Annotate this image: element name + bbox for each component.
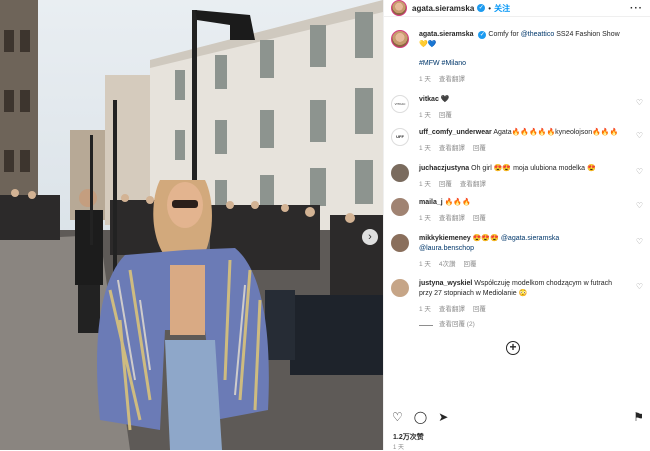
- caption-mention-link[interactable]: @theattico: [521, 31, 555, 38]
- caption-author-avatar[interactable]: [391, 30, 409, 48]
- comment-text: Oh girl 😍😍 moja ulubiona modelka 😍: [471, 165, 596, 172]
- comment-text: Agata🔥🔥🔥🔥🔥kyneolojson🔥🔥🔥: [493, 129, 619, 136]
- caption-time: 1 天: [419, 76, 431, 83]
- comment-username[interactable]: juchaczjustyna: [419, 165, 469, 172]
- translate-link[interactable]: 查看翻譯: [460, 180, 486, 190]
- separator-dot: •: [488, 3, 492, 13]
- comment-mention-link[interactable]: @agata.sieramska: [501, 235, 559, 242]
- post-caption: agata.sieramska ✓ Comfy for @theattico S…: [384, 30, 628, 85]
- caption-translate-link[interactable]: 查看翻譯: [439, 75, 465, 85]
- comment-time: 1 天: [419, 145, 431, 152]
- comment-text: 🔥🔥🔥: [444, 199, 471, 206]
- comment-time: 1 天: [419, 215, 431, 222]
- replies-divider-line: [419, 324, 433, 326]
- verified-badge-icon: ✓: [477, 4, 486, 12]
- comment-avatar[interactable]: UFF: [391, 128, 409, 146]
- translate-link[interactable]: 查看翻譯: [439, 144, 465, 154]
- author-username[interactable]: agata.sieramska: [412, 4, 474, 13]
- follow-button[interactable]: 关注: [494, 3, 510, 14]
- caption-meta: 1 天 查看翻譯: [419, 75, 620, 85]
- caption-text-suffix: SS24 Fashion Show: [554, 31, 620, 38]
- comment-username[interactable]: justyna_wyskiel: [419, 280, 472, 287]
- post-header: agata.sieramska ✓ • 关注 ···: [384, 0, 650, 17]
- comments-list[interactable]: agata.sieramska ✓ Comfy for @theattico S…: [384, 26, 650, 406]
- comment-avatar[interactable]: [391, 279, 409, 297]
- photo-scene: [0, 0, 383, 450]
- comment-item: VITKAC vitkac 🖤 1 天 回覆 ♡: [391, 95, 643, 121]
- comment-item: juchaczjustyna Oh girl 😍😍 moja ulubiona …: [391, 164, 643, 190]
- comment-item: maila_j 🔥🔥🔥 1 天 查看翻譯 回覆 ♡: [391, 198, 643, 224]
- view-replies-label[interactable]: 查看回覆 (2): [439, 320, 475, 330]
- comment-like-heart-icon[interactable]: ♡: [636, 237, 643, 246]
- caption-username[interactable]: agata.sieramska: [419, 31, 473, 38]
- translate-link[interactable]: 查看翻譯: [439, 305, 465, 315]
- caption-hashtags[interactable]: #MFW #Milano: [419, 59, 620, 69]
- comment-text: 🖤: [440, 96, 450, 103]
- comment-time: 1 天: [419, 306, 431, 313]
- comment-like-heart-icon[interactable]: ♡: [636, 98, 643, 107]
- comment-item: justyna_wyskiel Współczuję modelkom chod…: [391, 279, 643, 330]
- reply-link[interactable]: 回覆: [473, 144, 486, 154]
- comment-mention-link[interactable]: @laura.benschop: [419, 244, 624, 254]
- translate-link[interactable]: 查看翻譯: [439, 214, 465, 224]
- view-replies-link[interactable]: 查看回覆 (2): [419, 320, 624, 330]
- comment-item: mikkykiemeney 😍😍😍 @agata.sieramska @laur…: [391, 234, 643, 270]
- bookmark-icon[interactable]: ⚑: [633, 410, 644, 424]
- comment-avatar[interactable]: VITKAC: [391, 95, 409, 113]
- reply-link[interactable]: 回覆: [464, 260, 477, 270]
- plus-circle-icon[interactable]: +: [506, 341, 520, 355]
- comment-icon[interactable]: ◯: [414, 410, 427, 424]
- comment-like-heart-icon[interactable]: ♡: [636, 282, 643, 291]
- heart-icon[interactable]: ♡: [392, 410, 403, 424]
- comment-like-heart-icon[interactable]: ♡: [636, 167, 643, 176]
- comment-like-heart-icon[interactable]: ♡: [636, 201, 643, 210]
- reply-link[interactable]: 回覆: [439, 111, 452, 121]
- comment-item: UFF uff_comfy_underwear Agata🔥🔥🔥🔥🔥kyneol…: [391, 128, 643, 154]
- comment-time: 1 天: [419, 112, 431, 119]
- instagram-post-modal: › agata.sieramska ✓ • 关注 ··· agata.siera…: [0, 0, 650, 451]
- comment-username[interactable]: vitkac: [419, 96, 439, 103]
- more-options-icon[interactable]: ···: [630, 3, 643, 14]
- comment-avatar[interactable]: [391, 164, 409, 182]
- comment-time: 1 天: [419, 261, 431, 268]
- like-count[interactable]: 1.2万次赞: [393, 432, 424, 442]
- caption-emoji: 💛💙: [419, 41, 437, 48]
- comment-like-heart-icon[interactable]: ♡: [636, 131, 643, 140]
- reply-link[interactable]: 回覆: [473, 305, 486, 315]
- post-photo[interactable]: ›: [0, 0, 383, 450]
- post-actions-bar: ♡ ◯ ➤ ⚑: [392, 408, 644, 426]
- reply-link[interactable]: 回覆: [473, 214, 486, 224]
- author-avatar[interactable]: [391, 0, 407, 16]
- comment-username[interactable]: maila_j: [419, 199, 443, 206]
- next-image-arrow[interactable]: ›: [362, 229, 378, 245]
- comment-username[interactable]: uff_comfy_underwear: [419, 129, 492, 136]
- comment-username[interactable]: mikkykiemeney: [419, 235, 471, 242]
- reply-link[interactable]: 回覆: [439, 180, 452, 190]
- comment-avatar[interactable]: [391, 234, 409, 252]
- comment-avatar[interactable]: [391, 198, 409, 216]
- comment-like-count[interactable]: 4次讚: [439, 260, 456, 270]
- caption-text-prefix: Comfy for: [488, 31, 521, 38]
- send-icon[interactable]: ➤: [438, 410, 448, 424]
- post-side-panel: agata.sieramska ✓ • 关注 ··· agata.sierams…: [383, 0, 650, 451]
- comment-time: 1 天: [419, 181, 431, 188]
- caption-body: agata.sieramska ✓ Comfy for @theattico S…: [419, 30, 620, 85]
- verified-badge-icon: ✓: [478, 31, 487, 39]
- comment-text: 😍😍😍: [472, 235, 499, 242]
